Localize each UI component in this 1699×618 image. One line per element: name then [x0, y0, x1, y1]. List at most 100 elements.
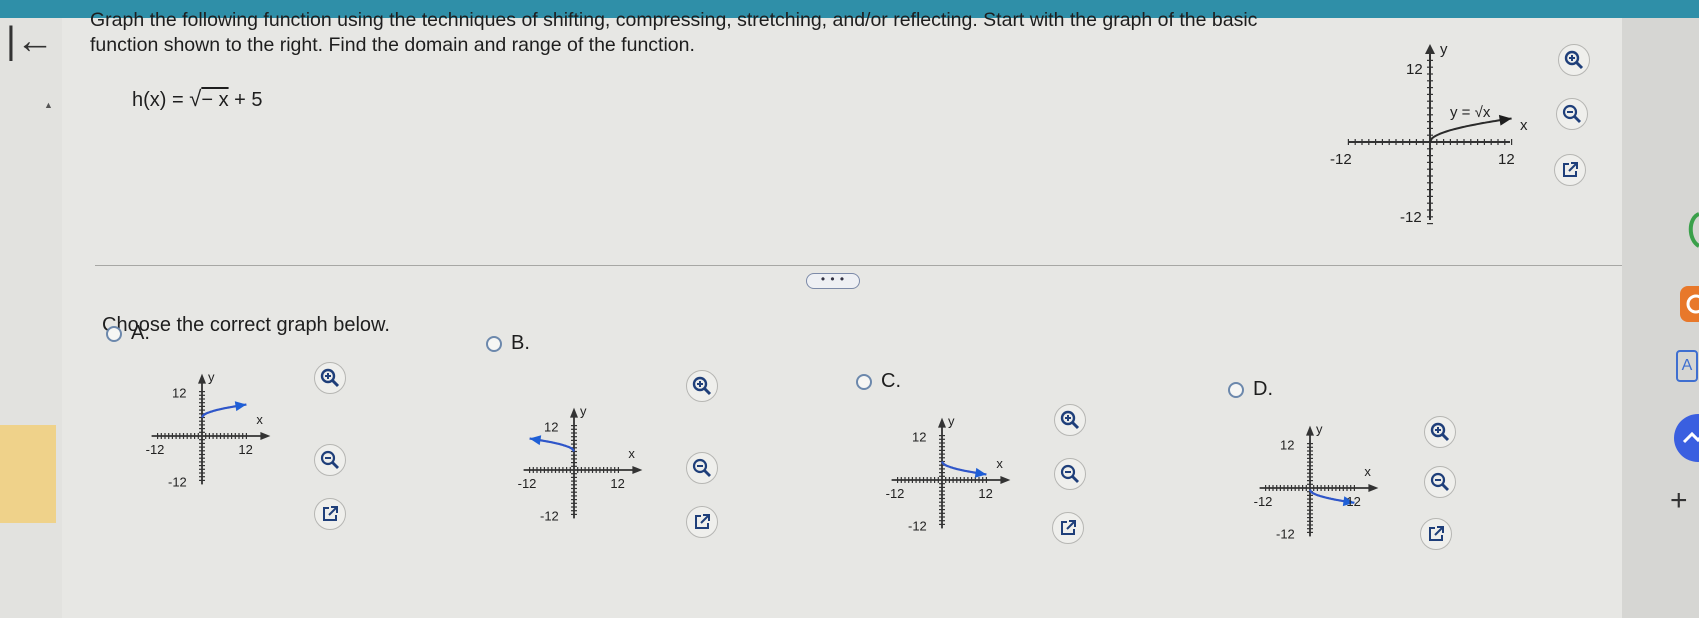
reference-tick-neg-y: -12 — [1400, 209, 1422, 226]
choice-tick-neg-y: -12 — [908, 518, 927, 533]
left-gutter — [0, 18, 63, 618]
reference-open-external-button[interactable] — [1554, 154, 1586, 186]
choice-tick-neg-x: -12 — [146, 442, 165, 457]
reference-y-label: y — [1440, 41, 1448, 58]
choice-d-label: D. — [1253, 378, 1273, 400]
choice-x-axis — [151, 432, 271, 440]
choice-d-open-external-button[interactable] — [1420, 518, 1452, 550]
choice-d-graph: y x 12 -12 12 -12 — [1254, 412, 1408, 552]
scroll-up-icon[interactable]: ▲ — [44, 100, 53, 110]
choice-tick-pos-x: 12 — [238, 442, 252, 457]
choice-c-label: C. — [881, 370, 901, 392]
choice-d-radio[interactable] — [1228, 381, 1244, 398]
reference-x-label: x — [1520, 117, 1528, 134]
choice-b-open-external-button[interactable] — [686, 506, 718, 538]
reference-curve — [1429, 117, 1512, 143]
reference-graph: y x y = √x 12 -12 12 -12 — [1330, 38, 1530, 228]
text-a-icon[interactable]: A — [1676, 350, 1698, 382]
choice-graph-svg: y x 12 -12 12 -12 — [886, 414, 1011, 533]
choice-x-axis — [523, 466, 643, 474]
zoom-out-icon — [320, 450, 339, 469]
choice-tick-pos-y: 12 — [172, 386, 186, 401]
choice-c-open-external-button[interactable] — [1052, 512, 1084, 544]
choice-c[interactable]: C. — [856, 370, 901, 393]
reference-curve-label: y = √x — [1450, 104, 1491, 121]
choice-a[interactable]: A. — [106, 322, 150, 345]
open-external-icon — [1061, 520, 1076, 535]
choice-tick-pos-x: 12 — [1346, 494, 1360, 509]
function-lhs: h(x) = — [132, 89, 190, 111]
choice-c-zoom-in-button[interactable] — [1054, 404, 1086, 436]
choice-d-zoom-out-button[interactable] — [1424, 466, 1456, 498]
choice-x-axis — [1259, 484, 1379, 492]
choice-tick-pos-y: 12 — [1280, 438, 1294, 453]
chat-bubble-icon[interactable] — [1686, 210, 1699, 255]
reference-zoom-in-button[interactable] — [1558, 44, 1590, 76]
choice-a-zoom-out-button[interactable] — [314, 444, 346, 476]
zoom-in-icon — [1564, 50, 1584, 70]
choice-d-zoom-in-button[interactable] — [1424, 416, 1456, 448]
reference-tick-neg-x: -12 — [1330, 151, 1352, 168]
reference-zoom-out-button[interactable] — [1556, 98, 1588, 130]
choice-x-label: x — [628, 446, 635, 461]
choice-a-open-external-button[interactable] — [314, 498, 346, 530]
function-rhs: + 5 — [228, 89, 263, 111]
add-plus-icon[interactable]: + — [1670, 484, 1688, 518]
zoom-in-icon — [1060, 410, 1080, 430]
choice-tick-neg-y: -12 — [168, 474, 187, 489]
choice-b-radio[interactable] — [486, 335, 502, 352]
app-orange-icon[interactable] — [1680, 286, 1699, 327]
choice-b-zoom-out-button[interactable] — [686, 452, 718, 484]
messenger-icon[interactable] — [1672, 412, 1699, 469]
choice-tick-neg-y: -12 — [540, 508, 559, 523]
zoom-out-icon — [692, 458, 711, 477]
zoom-in-icon — [692, 376, 712, 396]
choice-c-graph: y x 12 -12 12 -12 — [886, 404, 1040, 544]
choice-b[interactable]: B. — [486, 332, 530, 355]
reference-tick-pos-y: 12 — [1406, 61, 1423, 78]
choice-tick-pos-x: 12 — [610, 476, 624, 491]
choice-y-axis — [198, 373, 206, 485]
reference-graph-svg: y x y = √x 12 -12 12 -12 — [1330, 41, 1528, 226]
open-external-icon — [323, 506, 338, 521]
choice-graph-svg: y x 12 -12 12 -12 — [518, 404, 643, 523]
zoom-out-icon — [1562, 104, 1581, 123]
open-external-icon — [1429, 526, 1444, 541]
open-external-icon — [695, 514, 710, 529]
section-divider — [95, 265, 1625, 266]
choice-y-axis — [938, 417, 946, 529]
choice-a-label: A. — [131, 322, 150, 344]
choice-tick-neg-y: -12 — [1276, 526, 1295, 541]
choice-y-label: y — [208, 370, 215, 385]
reference-y-axis — [1425, 44, 1435, 225]
choice-curve-arrow — [529, 435, 542, 446]
choice-y-axis — [1306, 425, 1314, 537]
choice-y-label: y — [948, 414, 955, 429]
expand-more-button[interactable]: • • • — [806, 273, 860, 289]
choice-b-label: B. — [511, 332, 530, 354]
question-instructions: Graph the following function using the t… — [90, 9, 1258, 56]
reference-tick-pos-x: 12 — [1498, 151, 1515, 168]
choice-tick-neg-x: -12 — [1254, 494, 1273, 509]
choice-a-radio[interactable] — [106, 325, 122, 342]
choice-b-graph: y x 12 -12 12 -12 — [518, 394, 672, 534]
choice-c-zoom-out-button[interactable] — [1054, 458, 1086, 490]
reference-curve-arrow — [1498, 114, 1512, 126]
choice-x-axis — [891, 476, 1011, 484]
choice-c-radio[interactable] — [856, 373, 872, 390]
choice-d[interactable]: D. — [1228, 378, 1273, 401]
side-tab[interactable] — [0, 425, 56, 523]
radicand: − x — [201, 89, 229, 111]
zoom-in-icon — [1430, 422, 1450, 442]
choice-b-zoom-in-button[interactable] — [686, 370, 718, 402]
choice-a-zoom-in-button[interactable] — [314, 362, 346, 394]
choice-curve-arrow — [234, 401, 247, 412]
back-button[interactable]: |← — [6, 22, 54, 60]
choice-tick-pos-y: 12 — [544, 420, 558, 435]
choice-x-label: x — [996, 456, 1003, 471]
radical-sign: √ — [189, 86, 202, 111]
zoom-in-icon — [320, 368, 340, 388]
choice-a-graph: y x 12 -12 12 -12 — [146, 360, 300, 500]
choice-x-label: x — [1364, 464, 1371, 479]
choice-tick-pos-x: 12 — [978, 486, 992, 501]
